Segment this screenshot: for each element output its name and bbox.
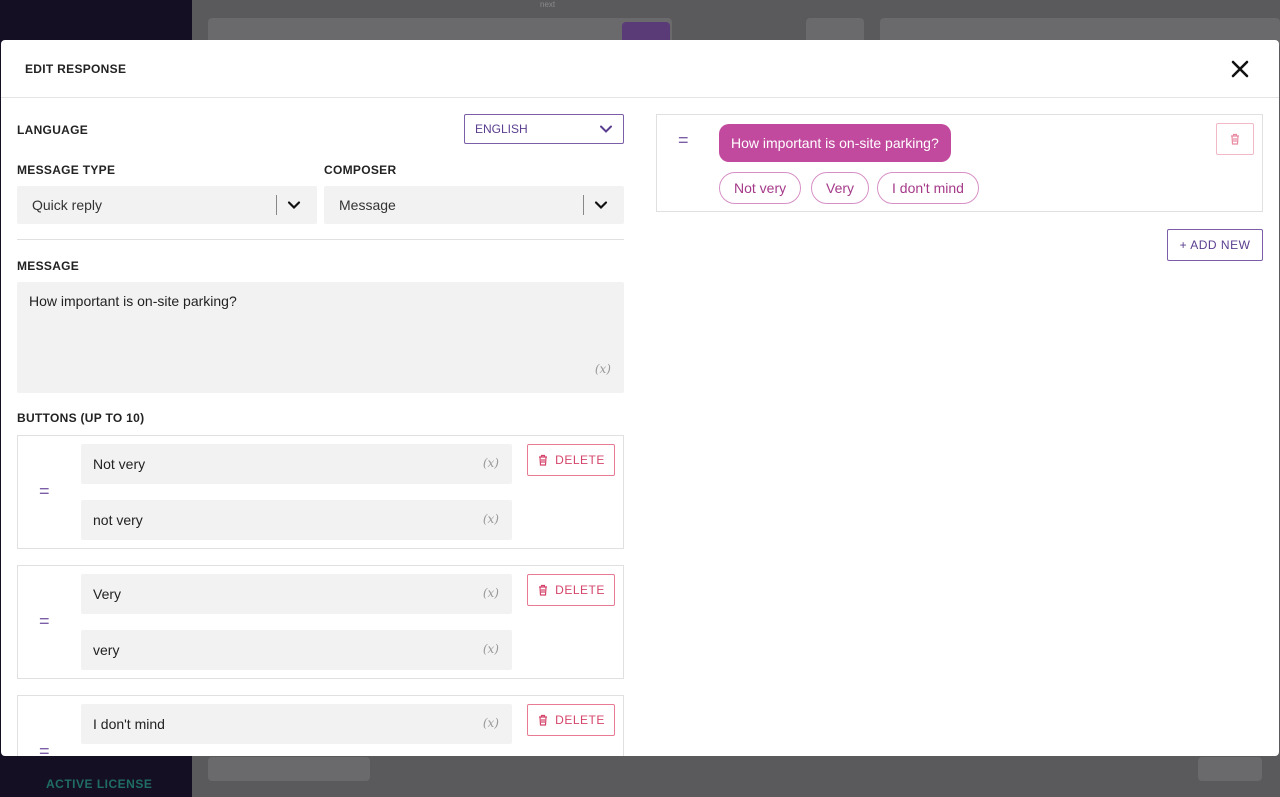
message-label: MESSAGE — [17, 259, 80, 273]
modal-header: EDIT RESPONSE — [1, 40, 1279, 98]
trash-icon — [539, 714, 548, 726]
variable-insert-icon[interactable]: (x) — [483, 456, 499, 470]
preview-chip[interactable]: Very — [811, 172, 870, 204]
button-payload-value: not very — [93, 512, 143, 528]
button-payload-input[interactable]: very (x) — [81, 630, 512, 670]
message-type-value: Quick reply — [32, 197, 103, 213]
trash-icon — [539, 454, 548, 466]
variable-insert-icon[interactable]: (x) — [595, 362, 611, 376]
delete-label: DELETE — [555, 453, 605, 467]
buttons-label: BUTTONS (UP TO 10) — [17, 411, 145, 425]
delete-button[interactable]: DELETE — [527, 444, 615, 476]
quick-reply-button-card: = Not very (x) not very (x) DELETE — [17, 435, 624, 549]
trash-icon — [539, 584, 548, 596]
message-textarea[interactable]: How important is on-site parking? (x) — [17, 282, 624, 393]
variable-insert-icon[interactable]: (x) — [483, 716, 499, 730]
delete-button[interactable]: DELETE — [527, 704, 615, 736]
button-title-input[interactable]: Very (x) — [81, 574, 512, 614]
delete-button[interactable]: DELETE — [527, 574, 615, 606]
composer-select[interactable]: Message — [324, 186, 624, 224]
drag-handle-icon[interactable]: = — [39, 612, 50, 630]
preview-chip[interactable]: I don't mind — [877, 172, 979, 204]
active-license-label: ACTIVE LICENSE — [46, 777, 153, 791]
language-select[interactable]: ENGLISH — [464, 114, 624, 144]
variable-insert-icon[interactable]: (x) — [483, 586, 499, 600]
chevron-down-icon — [600, 125, 612, 133]
button-title-value: Not very — [93, 456, 146, 472]
delete-label: DELETE — [555, 713, 605, 727]
button-title-input[interactable]: I don't mind (x) — [81, 704, 512, 744]
preview-chip[interactable]: Not very — [719, 172, 802, 204]
divider — [17, 239, 624, 240]
background-card — [1198, 757, 1262, 781]
variable-insert-icon[interactable]: (x) — [483, 512, 499, 526]
composer-value: Message — [339, 197, 396, 213]
chevron-down-icon — [287, 201, 301, 210]
background-card — [208, 757, 370, 781]
language-label: LANGUAGE — [17, 123, 89, 137]
button-payload-value: very — [93, 642, 120, 658]
close-button[interactable] — [1227, 56, 1253, 82]
message-text: How important is on-site parking? — [29, 293, 237, 309]
button-payload-input[interactable]: not very (x) — [81, 500, 512, 540]
drag-handle-icon[interactable]: = — [39, 482, 50, 500]
trash-icon — [1231, 133, 1239, 145]
select-separator — [583, 195, 584, 215]
quick-reply-button-card: = I don't mind (x) DELETE — [17, 695, 624, 756]
edit-response-modal: EDIT RESPONSE LANGUAGE ENGLISH MESSAGE T… — [1, 40, 1279, 756]
modal-title: EDIT RESPONSE — [25, 62, 127, 76]
response-preview-card: = How important is on-site parking? Not … — [656, 114, 1263, 212]
button-title-input[interactable]: Not very (x) — [81, 444, 512, 484]
delete-response-button[interactable] — [1216, 123, 1254, 155]
variable-insert-icon[interactable]: (x) — [483, 642, 499, 656]
message-type-select[interactable]: Quick reply — [17, 186, 317, 224]
select-separator — [276, 195, 277, 215]
drag-handle-icon[interactable]: = — [678, 131, 689, 149]
delete-label: DELETE — [555, 583, 605, 597]
quick-reply-button-card: = Very (x) very (x) DELETE — [17, 565, 624, 679]
add-new-button[interactable]: + ADD NEW — [1167, 229, 1263, 261]
button-title-value: I don't mind — [93, 716, 165, 732]
close-icon — [1231, 60, 1249, 78]
preview-message-bubble: How important is on-site parking? — [719, 124, 951, 162]
language-value: ENGLISH — [475, 122, 528, 136]
button-title-value: Very — [93, 586, 122, 602]
drag-handle-icon[interactable]: = — [39, 742, 50, 756]
composer-label: COMPOSER — [324, 163, 397, 177]
background-next-label: next — [540, 0, 556, 9]
chevron-down-icon — [594, 201, 608, 210]
message-type-label: MESSAGE TYPE — [17, 163, 116, 177]
